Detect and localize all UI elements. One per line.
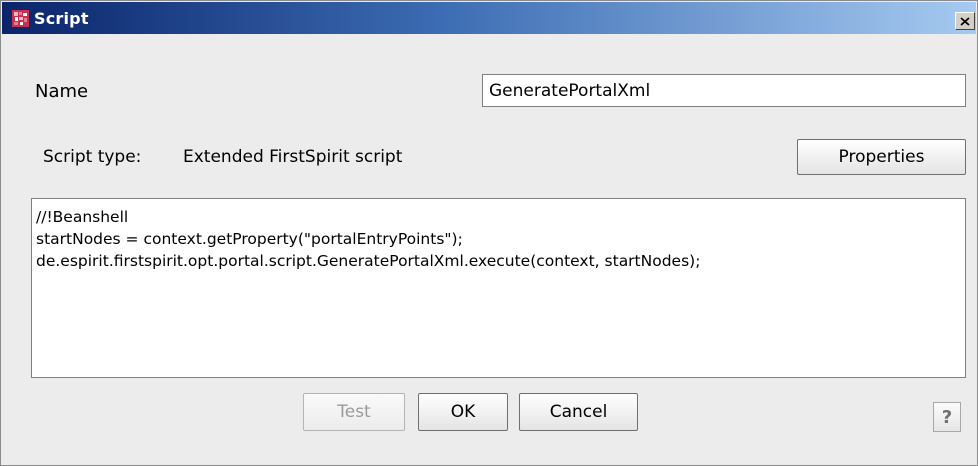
close-button[interactable] bbox=[955, 12, 975, 30]
help-button[interactable]: ? bbox=[933, 402, 961, 432]
code-line: //!Beanshell bbox=[36, 208, 129, 226]
test-button[interactable]: Test bbox=[303, 393, 405, 431]
firstspirit-script-icon bbox=[12, 10, 29, 27]
window-title: Script bbox=[34, 9, 89, 28]
ok-button[interactable]: OK bbox=[418, 393, 508, 431]
code-line: de.espirit.firstspirit.opt.portal.script… bbox=[36, 252, 701, 270]
title-bar[interactable]: Script bbox=[2, 2, 976, 34]
name-input[interactable] bbox=[482, 74, 966, 107]
script-dialog: Script Name Script type: Extended FirstS… bbox=[0, 0, 978, 466]
script-type-label: Script type: bbox=[43, 147, 142, 167]
close-icon bbox=[960, 16, 970, 26]
script-type-value: Extended FirstSpirit script bbox=[183, 147, 403, 167]
code-line: startNodes = context.getProperty("portal… bbox=[36, 230, 463, 248]
cancel-button[interactable]: Cancel bbox=[519, 393, 638, 431]
script-editor[interactable]: //!Beanshell startNodes = context.getPro… bbox=[31, 198, 966, 378]
properties-button[interactable]: Properties bbox=[797, 139, 966, 175]
name-label: Name bbox=[35, 81, 89, 102]
